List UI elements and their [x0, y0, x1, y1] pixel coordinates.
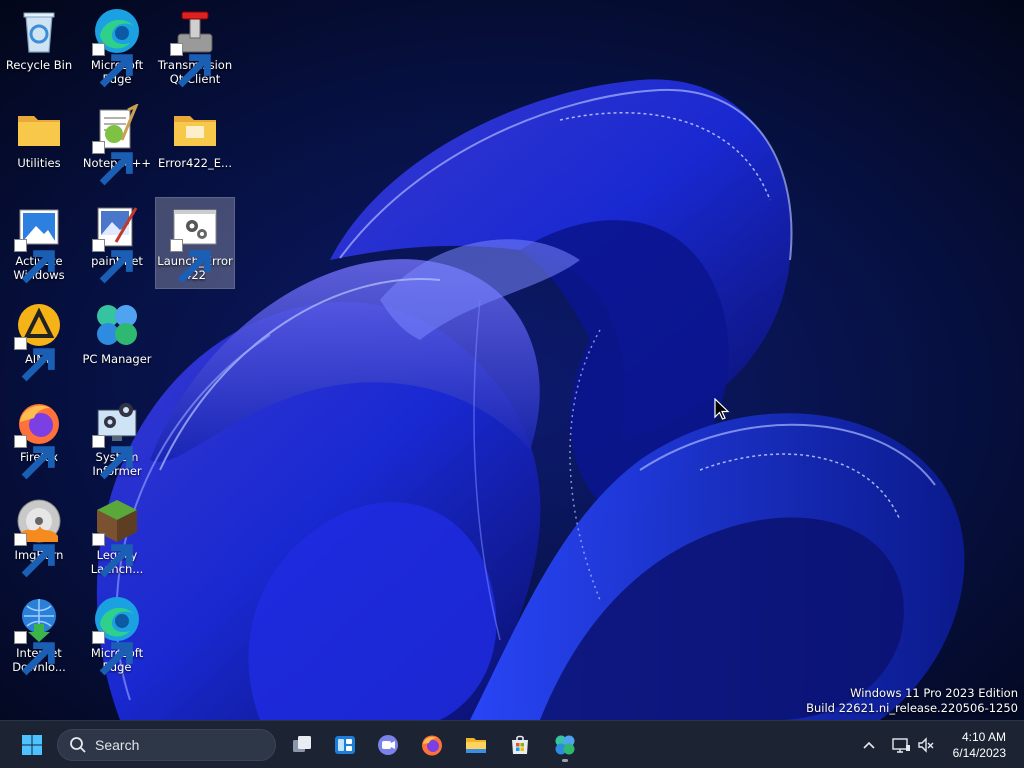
watermark-build: Build 22621.ni_release.220506-1250 — [806, 701, 1018, 715]
desktop-icon-system-informer[interactable]: System Informer — [78, 394, 156, 484]
widgets-icon — [335, 736, 355, 754]
shortcut-arrow-icon — [92, 533, 133, 578]
show-hidden-icons-chevron-icon[interactable] — [859, 735, 879, 755]
shortcut-arrow-icon — [92, 631, 133, 676]
taskbar-search-box[interactable]: Search — [57, 729, 276, 761]
widgets-button[interactable] — [327, 727, 363, 763]
aimp-icon — [14, 300, 64, 382]
desktop-icon-paint-net[interactable]: paint.net — [78, 198, 156, 288]
desktop-icon-label: Error422_E... — [158, 156, 232, 170]
pc-manager-icon — [92, 300, 142, 350]
task-view-button[interactable] — [284, 727, 320, 763]
desktop-icon-legacy-launcher[interactable]: Legacy Launch... — [78, 492, 156, 582]
desktop-icon-internet-download-manager[interactable]: Internet Downlo... — [0, 590, 78, 680]
microsoft-store-button[interactable] — [502, 727, 538, 763]
search-icon — [70, 737, 86, 753]
shortcut-arrow-icon — [14, 239, 55, 284]
volume-muted-icon[interactable] — [916, 735, 936, 755]
shortcut-arrow-icon — [92, 239, 133, 284]
teams-chat-button[interactable] — [370, 727, 406, 763]
minecraft-icon — [92, 496, 142, 578]
start-button[interactable] — [14, 727, 50, 763]
folder-icon — [170, 104, 220, 154]
teams-icon — [378, 735, 398, 755]
desktop-icon-launch-error-422[interactable]: Launch_Error 422 — [155, 197, 235, 289]
clock-time: 4:10 AM — [961, 730, 1006, 744]
desktop-icon-imgburn[interactable]: ImgBurn — [0, 492, 78, 582]
desktop-icon-activate-windows[interactable]: Activate Windows — [0, 198, 78, 288]
edge-icon — [92, 6, 142, 88]
windows-build-watermark: Windows 11 Pro 2023 Edition Build 22621.… — [806, 686, 1018, 716]
desktop-icon-notepad-plus-plus[interactable]: Notepad++ — [78, 100, 156, 190]
gears-icon — [170, 202, 220, 284]
folder-icon — [14, 104, 64, 154]
idm-icon — [14, 594, 64, 676]
shortcut-arrow-icon — [92, 141, 133, 186]
desktop-icon-firefox[interactable]: Firefox — [0, 394, 78, 484]
firefox-icon — [14, 398, 64, 480]
desktop-icon-transmission[interactable]: Transmission Qt Client — [156, 2, 234, 92]
notepadpp-icon — [92, 104, 142, 186]
activate-windows-icon — [14, 202, 64, 284]
shortcut-arrow-icon — [92, 435, 133, 480]
clock-date: 6/14/2023 — [952, 746, 1006, 760]
search-placeholder: Search — [95, 737, 140, 753]
pc-manager-taskbar-button[interactable] — [547, 727, 583, 763]
shortcut-arrow-icon — [14, 533, 55, 578]
transmission-icon — [170, 6, 220, 88]
network-icon[interactable] — [891, 735, 911, 755]
task-view-icon — [293, 736, 311, 752]
desktop-icon-aimp[interactable]: AIMP — [0, 296, 78, 386]
desktop-icon-label: Utilities — [17, 156, 61, 170]
imgburn-icon — [14, 496, 64, 578]
desktop-icon-error422-folder[interactable]: Error422_E... — [156, 100, 234, 190]
paintnet-icon — [92, 202, 142, 284]
taskbar: Search 4:10 AM 6/14/2023 — [0, 720, 1024, 768]
taskbar-clock[interactable]: 4:10 AM 6/14/2023 — [953, 729, 1006, 761]
desktop-icon-microsoft-edge-2[interactable]: Microsoft Edge — [78, 590, 156, 680]
shortcut-arrow-icon — [170, 43, 211, 88]
store-icon — [512, 735, 528, 754]
desktop-icon-label: Recycle Bin — [5, 58, 73, 72]
firefox-taskbar-button[interactable] — [414, 727, 450, 763]
mouse-cursor-icon — [714, 398, 730, 420]
file-explorer-button[interactable] — [458, 727, 494, 763]
system-informer-icon — [92, 398, 142, 480]
desktop-icon-recycle-bin[interactable]: Recycle Bin — [0, 2, 78, 92]
shortcut-arrow-icon — [170, 239, 211, 284]
shortcut-arrow-icon — [92, 43, 133, 88]
firefox-icon — [422, 735, 442, 756]
running-indicator — [562, 759, 568, 762]
pc-manager-icon — [555, 735, 575, 755]
desktop-icon-utilities[interactable]: Utilities — [0, 100, 78, 190]
shortcut-arrow-icon — [14, 435, 55, 480]
desktop-icon-microsoft-edge[interactable]: Microsoft Edge — [78, 2, 156, 92]
desktop-icon-pc-manager[interactable]: PC Manager — [78, 296, 156, 386]
shortcut-arrow-icon — [14, 337, 55, 382]
file-explorer-icon — [466, 738, 486, 753]
watermark-edition: Windows 11 Pro 2023 Edition — [850, 686, 1018, 700]
start-icon — [22, 735, 42, 755]
shortcut-arrow-icon — [14, 631, 55, 676]
edge-icon — [92, 594, 142, 676]
recycle-bin-icon — [14, 6, 64, 56]
desktop-icon-label: PC Manager — [82, 352, 152, 366]
